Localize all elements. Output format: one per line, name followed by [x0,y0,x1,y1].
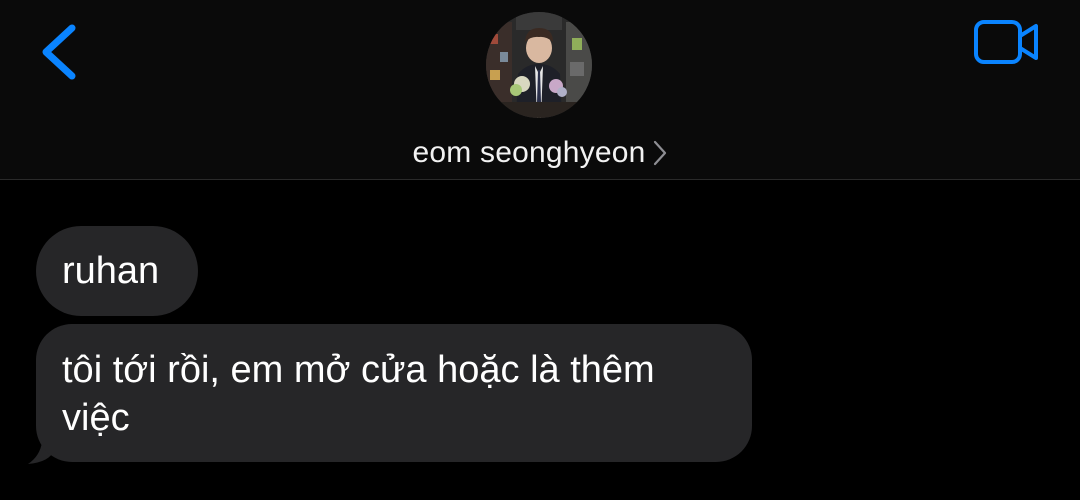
message-bubble-received[interactable]: ruhan [36,226,198,316]
video-call-button[interactable] [972,18,1042,66]
message-text: tôi tới rồi, em mở cửa hoặc là thêm việc [62,349,655,439]
conversation-header: eom seonghyeon [0,0,1080,180]
message-bubble-received[interactable]: tôi tới rồi, em mở cửa hoặc là thêm việc [36,324,752,462]
avatar-photo [486,12,592,118]
contact-name: eom seonghyeon [412,136,646,169]
contact-avatar[interactable] [486,12,592,118]
chevron-left-icon [42,24,76,80]
chevron-right-icon [654,140,667,166]
back-button[interactable] [36,22,84,82]
video-camera-icon [974,20,1038,64]
message-text: ruhan [62,250,160,292]
contact-name-button[interactable]: eom seonghyeon [0,132,1080,174]
